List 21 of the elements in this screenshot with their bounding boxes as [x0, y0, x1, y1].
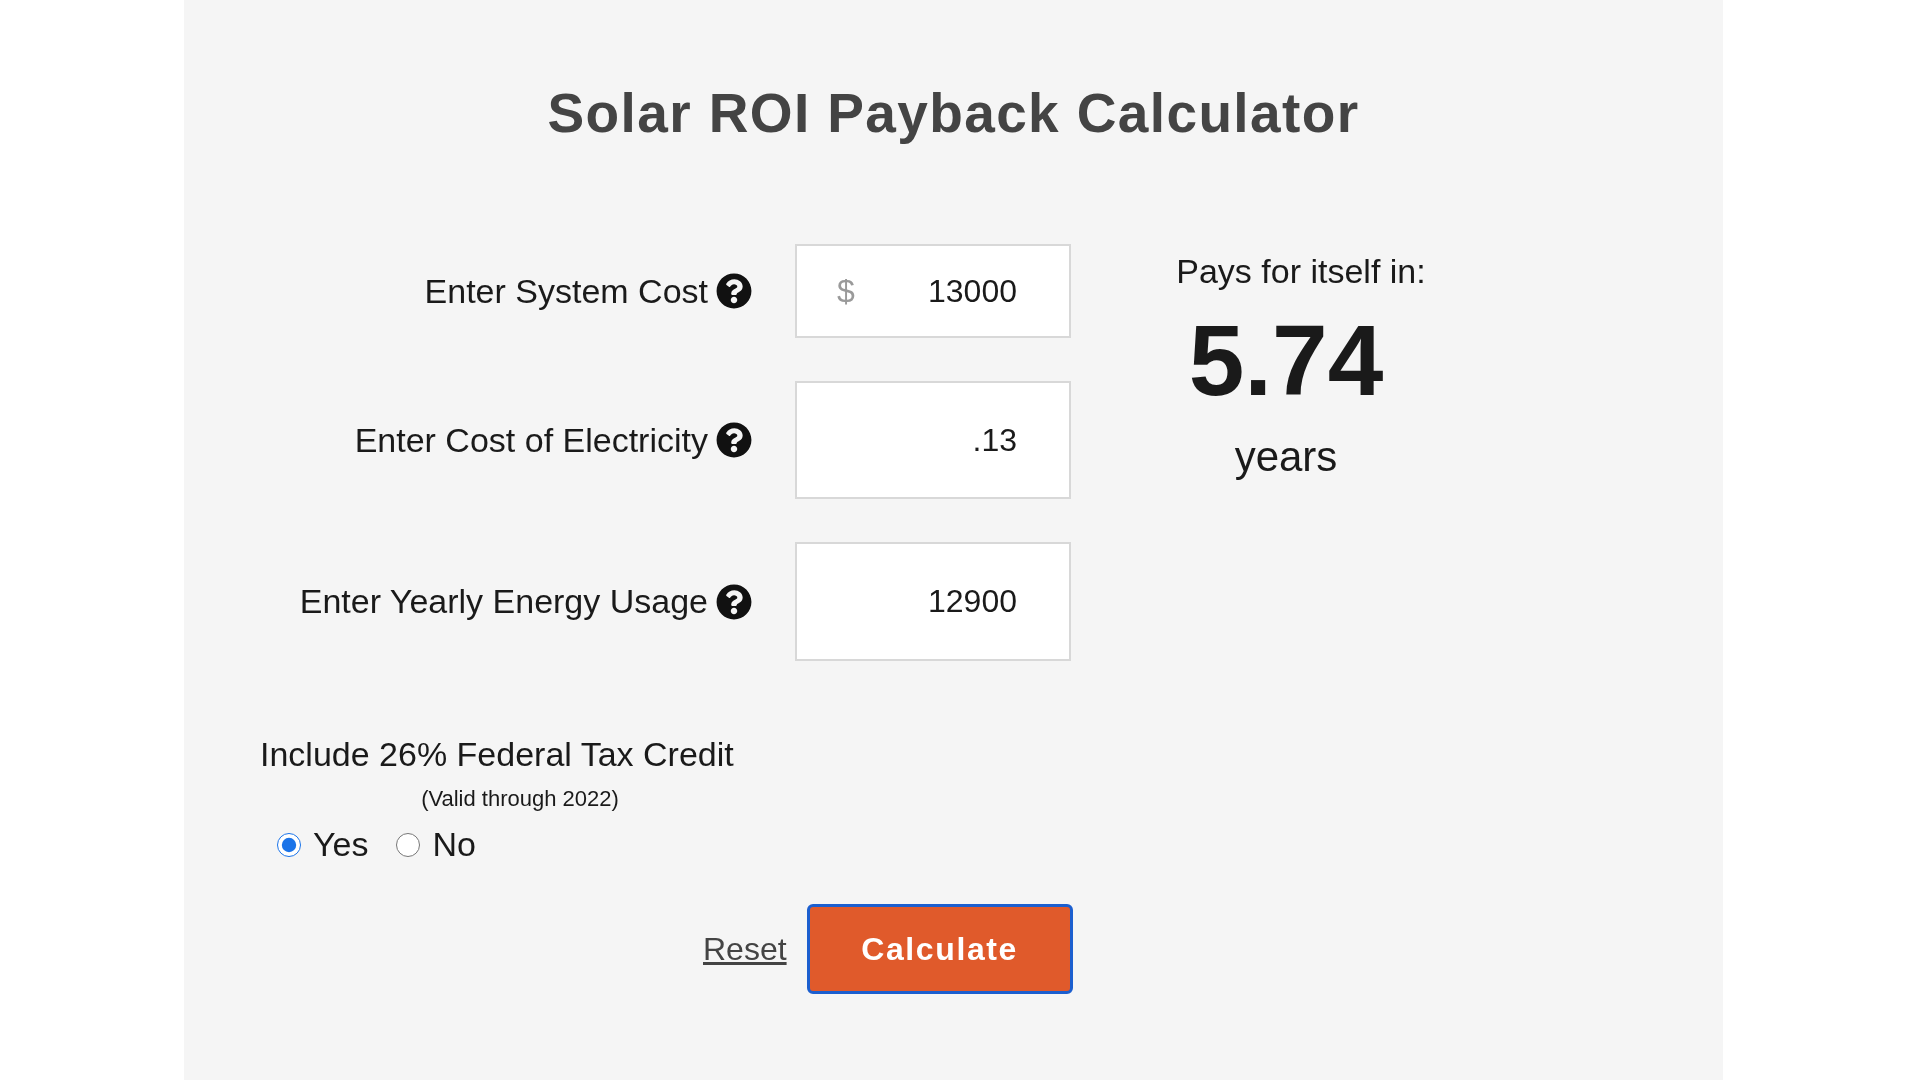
- payback-value: 5.74: [1188, 305, 1384, 415]
- currency-symbol: $: [837, 272, 855, 311]
- tax-credit-note: (Valid through 2022): [421, 785, 619, 813]
- help-icon[interactable]: [716, 583, 752, 620]
- field-label: Enter System Cost: [424, 270, 708, 312]
- field-label: Enter Yearly Energy Usage: [299, 581, 708, 622]
- calculate-button[interactable]: Calculate: [806, 904, 1073, 994]
- radio-option[interactable]: No: [396, 819, 476, 870]
- reset-link[interactable]: Reset: [703, 925, 787, 973]
- tax-credit-label: Include 26% Federal Tax Credit: [260, 734, 735, 775]
- radio-button[interactable]: [396, 832, 421, 857]
- field-label: Enter Cost of Electricity: [354, 419, 708, 461]
- help-icon[interactable]: [716, 422, 752, 458]
- radio-button[interactable]: [277, 832, 301, 857]
- result-heading: Pays for itself in:: [1176, 251, 1426, 292]
- page-title: Solar ROI Payback Calculator: [547, 81, 1360, 146]
- input-field[interactable]: 12900: [795, 542, 1071, 661]
- radio-option[interactable]: Yes: [277, 819, 369, 870]
- help-icon[interactable]: [716, 273, 752, 309]
- payback-unit: years: [1234, 432, 1338, 482]
- input-field[interactable]: .13: [795, 381, 1071, 499]
